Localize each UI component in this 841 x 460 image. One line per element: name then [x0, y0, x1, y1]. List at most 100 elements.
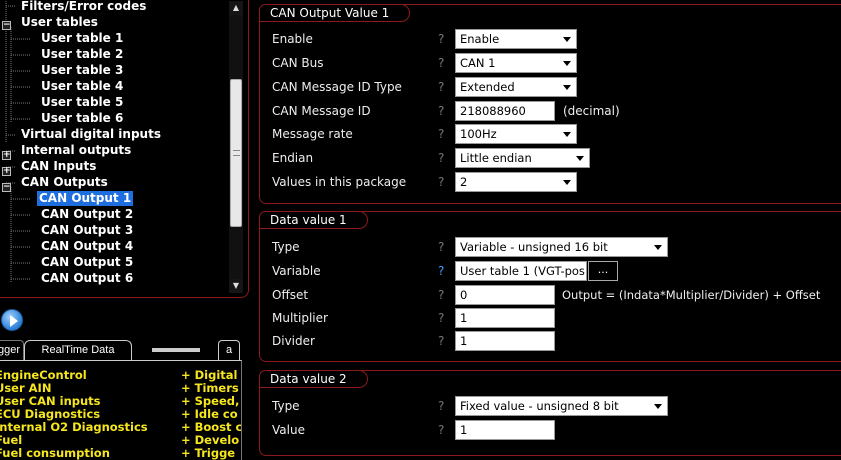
endian-select[interactable]: Little endian — [455, 148, 590, 168]
tree-item-filters-error-codes[interactable]: Filters/Error codes — [19, 0, 148, 14]
values-count-label: Values in this package — [272, 175, 407, 189]
realtime-item-trigger[interactable]: + Trigge — [181, 447, 241, 460]
tree-item-can-inputs[interactable]: CAN Inputs — [19, 159, 98, 174]
id-type-label: CAN Message ID Type — [272, 80, 402, 94]
dv1-offset-help-icon[interactable]: ? — [438, 288, 444, 302]
tree-item-internal-outputs[interactable]: Internal outputs — [19, 143, 133, 158]
can-output-value-title: CAN Output Value 1 — [259, 4, 411, 22]
scroll-down-arrow-icon[interactable]: ▼ — [229, 279, 243, 293]
realtime-expandable-list: + Digital + Timers + Speed, + Idle co + … — [181, 369, 241, 460]
id-type-select-value: Extended — [460, 80, 515, 94]
chevron-down-icon — [563, 37, 571, 42]
realtime-tab-strip: gger RealTime Data a — [0, 340, 246, 360]
tab-trigger[interactable]: gger — [0, 340, 24, 360]
scrollbar-thumb[interactable] — [230, 79, 242, 227]
enable-help-icon[interactable]: ? — [438, 32, 444, 46]
tree-item-user-table-2[interactable]: User table 2 — [39, 47, 125, 62]
dv1-variable-label: Variable — [272, 264, 321, 278]
chevron-down-icon — [576, 156, 584, 161]
dv1-offset-label: Offset — [272, 288, 309, 302]
scroll-up-arrow-icon[interactable]: ▲ — [229, 1, 243, 15]
realtime-item-internal-o2-diagnostics[interactable]: Internal O2 Diagnostics — [0, 421, 170, 434]
internal-outputs-expand-toggle[interactable]: + — [2, 151, 11, 160]
endian-help-icon[interactable]: ? — [438, 151, 444, 165]
tree-item-user-table-6[interactable]: User table 6 — [39, 111, 125, 126]
values-count-select[interactable]: 2 — [455, 172, 577, 192]
scrollbar-grip-icon — [233, 150, 240, 156]
data-value-2-group: Data value 2 Type ? Fixed value - unsign… — [259, 370, 841, 456]
dv1-variable-input[interactable]: User table 1 (VGT-pos — [455, 261, 587, 281]
dv2-type-help-icon[interactable]: ? — [438, 399, 444, 413]
tab-splitter-handle[interactable] — [152, 348, 200, 352]
tree-item-user-tables[interactable]: User tables — [19, 15, 100, 30]
chevron-down-icon — [654, 404, 662, 409]
dv1-variable-help-icon[interactable]: ? — [438, 264, 444, 278]
can-outputs-collapse-toggle[interactable]: − — [2, 183, 11, 192]
dv1-divider-help-icon[interactable]: ? — [438, 334, 444, 348]
tree-item-can-output-4[interactable]: CAN Output 4 — [39, 239, 135, 254]
values-count-help-icon[interactable]: ? — [438, 175, 444, 189]
id-type-help-icon[interactable]: ? — [438, 80, 444, 94]
dv2-value-help-icon[interactable]: ? — [438, 423, 444, 437]
dv1-type-help-icon[interactable]: ? — [438, 240, 444, 254]
message-id-unit: (decimal) — [563, 104, 620, 118]
dv1-type-select[interactable]: Variable - unsigned 16 bit — [455, 237, 668, 257]
dv2-type-select-value: Fixed value - unsigned 8 bit — [460, 399, 619, 413]
id-type-select[interactable]: Extended — [455, 77, 577, 97]
play-icon[interactable] — [1, 309, 23, 331]
message-rate-select-value: 100Hz — [460, 127, 497, 141]
tree-item-can-outputs[interactable]: CAN Outputs — [19, 175, 110, 190]
enable-select[interactable]: Enable — [455, 29, 577, 49]
dv2-type-label: Type — [272, 399, 300, 413]
chevron-down-icon — [654, 245, 662, 250]
dv1-multiplier-label: Multiplier — [272, 311, 328, 325]
dv1-offset-input[interactable]: 0 — [455, 285, 555, 305]
chevron-down-icon — [563, 61, 571, 66]
data-value-1-group: Data value 1 Type ? Variable - unsigned … — [259, 211, 841, 362]
message-id-input[interactable]: 218088960 — [455, 101, 555, 121]
dv1-multiplier-input[interactable]: 1 — [455, 308, 555, 328]
message-rate-help-icon[interactable]: ? — [438, 127, 444, 141]
tree-item-user-table-3[interactable]: User table 3 — [39, 63, 125, 78]
tree-item-can-output-5[interactable]: CAN Output 5 — [39, 255, 135, 270]
data-value-2-title: Data value 2 — [259, 370, 368, 388]
enable-label: Enable — [272, 32, 313, 46]
user-tables-collapse-toggle[interactable]: − — [2, 21, 11, 30]
tree-item-user-table-4[interactable]: User table 4 — [39, 79, 125, 94]
tree-item-virtual-digital-inputs[interactable]: Virtual digital inputs — [19, 127, 163, 142]
tree-item-can-output-6[interactable]: CAN Output 6 — [39, 271, 135, 286]
tab-a[interactable]: a — [218, 340, 240, 360]
realtime-item-fuel-consumption[interactable]: Fuel consumption — [0, 447, 170, 460]
tab-realtime-data[interactable]: RealTime Data — [24, 340, 132, 360]
tree-scrollbar[interactable]: ▲ ▼ — [229, 1, 243, 293]
tree-item-can-output-2[interactable]: CAN Output 2 — [39, 207, 135, 222]
values-count-select-value: 2 — [460, 175, 468, 189]
can-bus-label: CAN Bus — [272, 56, 324, 70]
dv1-multiplier-help-icon[interactable]: ? — [438, 311, 444, 325]
can-bus-select[interactable]: CAN 1 — [455, 53, 577, 73]
tree-item-can-output-1[interactable]: CAN Output 1 — [37, 191, 134, 206]
can-output-value-group: CAN Output Value 1 Enable ? Enable CAN B… — [259, 4, 841, 204]
dv2-value-input[interactable]: 1 — [455, 420, 555, 440]
enable-select-value: Enable — [460, 32, 500, 46]
dv1-divider-input[interactable]: 1 — [455, 331, 555, 351]
dv1-type-select-value: Variable - unsigned 16 bit — [460, 240, 608, 254]
tree-item-can-output-3[interactable]: CAN Output 3 — [39, 223, 135, 238]
realtime-data-panel: EngineControl User AIN User CAN inputs E… — [0, 360, 242, 460]
message-id-label: CAN Message ID — [272, 104, 371, 118]
can-bus-help-icon[interactable]: ? — [438, 56, 444, 70]
chevron-down-icon — [563, 132, 571, 137]
dv1-type-label: Type — [272, 240, 300, 254]
can-inputs-expand-toggle[interactable]: + — [2, 167, 11, 176]
chevron-down-icon — [563, 180, 571, 185]
variable-browse-button[interactable]: ... — [588, 261, 618, 281]
realtime-category-list: EngineControl User AIN User CAN inputs E… — [0, 369, 170, 460]
endian-select-value: Little endian — [460, 151, 532, 165]
dv2-type-select[interactable]: Fixed value - unsigned 8 bit — [455, 396, 668, 416]
tree-item-user-table-1[interactable]: User table 1 — [39, 31, 125, 46]
message-rate-select[interactable]: 100Hz — [455, 124, 577, 144]
tree-item-user-table-5[interactable]: User table 5 — [39, 95, 125, 110]
dv2-value-label: Value — [272, 423, 305, 437]
dv1-divider-label: Divider — [272, 334, 315, 348]
message-id-help-icon[interactable]: ? — [438, 104, 444, 118]
